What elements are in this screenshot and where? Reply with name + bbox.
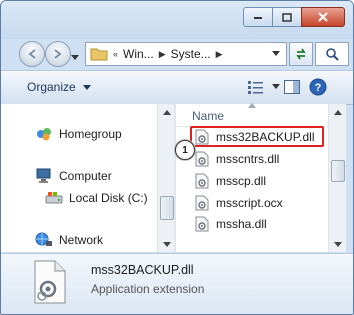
- close-icon: [318, 12, 328, 22]
- help-icon: ?: [309, 78, 327, 96]
- preview-pane-icon: [284, 80, 300, 94]
- dll-file-icon: [195, 151, 209, 167]
- help-button[interactable]: ?: [309, 78, 327, 96]
- list-item[interactable]: msscp.dll: [194, 171, 266, 191]
- step-badge: 1: [175, 140, 195, 160]
- breadcrumb-segment[interactable]: Win...: [119, 47, 158, 61]
- chevron-up-icon: [333, 109, 342, 115]
- breadcrumb-segment[interactable]: Syste...: [167, 47, 215, 61]
- minimize-icon: [254, 17, 262, 19]
- details-file-name: mss32BACKUP.dll: [91, 263, 194, 277]
- chevron-down-icon[interactable]: [272, 51, 280, 57]
- sidebar-item-network[interactable]: Network: [35, 232, 103, 248]
- chevron-up-icon: [162, 109, 171, 115]
- network-icon: [35, 232, 53, 248]
- dll-file-icon: [195, 173, 209, 189]
- window-controls: [243, 7, 345, 27]
- breadcrumb-arrow-icon[interactable]: ▶: [215, 49, 224, 60]
- folder-icon: [90, 48, 108, 61]
- column-header-name[interactable]: Name: [176, 103, 328, 127]
- maximize-button[interactable]: [272, 7, 302, 27]
- details-pane: mss32BACKUP.dll Application extension: [1, 253, 353, 314]
- preview-pane-button[interactable]: [283, 79, 301, 95]
- recent-pages-dropdown[interactable]: [71, 50, 79, 64]
- navigation-pane: Homegroup Computer Local Disk (C:) Netwo…: [1, 104, 157, 252]
- minimize-button[interactable]: [243, 7, 273, 27]
- chevron-down-icon: [71, 55, 79, 60]
- dll-file-icon: [195, 195, 209, 211]
- file-name: msscript.ocx: [216, 196, 283, 210]
- navigation-bar: « Win... ▶ Syste... ▶: [1, 39, 353, 69]
- scroll-down-button[interactable]: [329, 236, 346, 252]
- close-button[interactable]: [301, 7, 345, 27]
- chevron-down-icon: [333, 241, 342, 247]
- details-file-type: Application extension: [91, 282, 205, 296]
- homegroup-icon: [35, 126, 53, 142]
- change-view-button[interactable]: [247, 79, 265, 95]
- refresh-icon: [296, 48, 306, 60]
- search-input[interactable]: [315, 42, 349, 66]
- drive-icon: [45, 190, 63, 206]
- search-icon: [326, 48, 339, 61]
- forward-arrow-icon: [54, 49, 62, 59]
- file-name: msscp.dll: [216, 174, 267, 188]
- sidebar-item-local-disk[interactable]: Local Disk (C:): [45, 190, 148, 206]
- command-bar: Organize ?: [1, 70, 353, 105]
- chevron-down-icon: [272, 84, 280, 89]
- sort-up-icon: [248, 103, 256, 108]
- refresh-button[interactable]: [289, 42, 313, 66]
- scroll-down-button[interactable]: [158, 236, 175, 252]
- file-name: mssha.dll: [216, 217, 267, 231]
- organize-menu[interactable]: Organize: [27, 80, 92, 94]
- maximize-icon: [282, 12, 292, 22]
- view-list-icon: [248, 81, 263, 94]
- back-button[interactable]: [19, 41, 45, 67]
- explorer-window: « Win... ▶ Syste... ▶ Organize ? Homegro…: [0, 0, 354, 315]
- file-list-scrollbar[interactable]: [328, 104, 346, 252]
- title-bar[interactable]: [1, 1, 353, 39]
- scrollbar-thumb[interactable]: [331, 160, 345, 182]
- chevron-down-icon: [162, 241, 171, 247]
- chevron-down-icon: [83, 85, 92, 90]
- organize-label: Organize: [27, 80, 76, 94]
- sidebar-item-label: Network: [59, 233, 104, 247]
- computer-icon: [35, 168, 53, 184]
- list-item[interactable]: msscntrs.dll: [194, 149, 279, 169]
- highlight-box: [190, 126, 324, 147]
- breadcrumb-arrow-icon[interactable]: ▶: [158, 49, 167, 60]
- list-item[interactable]: mssha.dll: [194, 214, 267, 234]
- svg-text:?: ?: [315, 82, 322, 94]
- back-arrow-icon: [28, 49, 36, 59]
- scroll-up-button[interactable]: [158, 104, 175, 120]
- navigation-pane-scrollbar[interactable]: [157, 104, 174, 252]
- list-item[interactable]: msscript.ocx: [194, 193, 283, 213]
- dll-file-icon: [34, 260, 66, 304]
- sidebar-item-label: Local Disk (C:): [69, 191, 148, 205]
- file-name: msscntrs.dll: [216, 152, 280, 166]
- dll-file-icon: [195, 216, 209, 232]
- sidebar-item-label: Computer: [59, 169, 112, 183]
- sidebar-item-label: Homegroup: [59, 127, 122, 141]
- scroll-up-button[interactable]: [329, 104, 346, 120]
- overflow-chevron-icon[interactable]: «: [112, 49, 119, 59]
- sidebar-item-homegroup[interactable]: Homegroup: [35, 126, 122, 142]
- forward-button[interactable]: [45, 41, 71, 67]
- address-bar[interactable]: « Win... ▶ Syste... ▶: [85, 42, 287, 66]
- sidebar-item-computer[interactable]: Computer: [35, 168, 112, 184]
- scrollbar-thumb[interactable]: [160, 196, 174, 220]
